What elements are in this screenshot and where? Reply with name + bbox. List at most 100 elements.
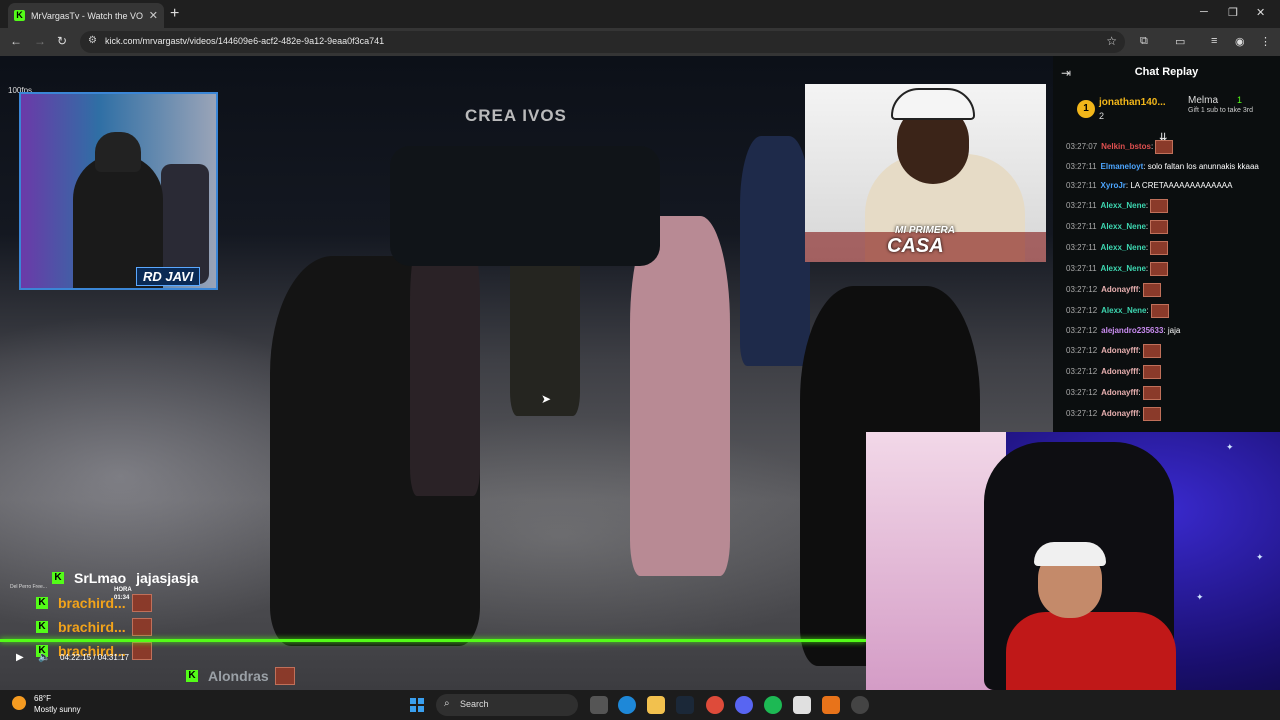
overlay-chat-user: Alondras: [208, 668, 269, 684]
facecam: ✦ ✦ ✦ ✦: [866, 432, 1280, 690]
gift-leaderboard: 1 jonathan140... 2 Melma 1 Gift 1 sub to…: [1061, 88, 1276, 130]
chat-username[interactable]: Adonayfff: [1101, 409, 1138, 418]
chat-emote: [1150, 199, 1169, 213]
cap: [95, 132, 141, 172]
chat-username[interactable]: Adonayfff: [1101, 388, 1138, 397]
file-explorer-icon[interactable]: [647, 696, 665, 714]
browser-toolbar: ← → ↻ ⚙ kick.com/mrvargastv/videos/14460…: [0, 28, 1280, 56]
overlay-chat-line: K SrLmao jajasjasja: [52, 570, 198, 586]
leaderboard-second-user[interactable]: Melma: [1188, 95, 1218, 106]
chat-emote: [1142, 344, 1161, 358]
leaderboard-first-count: 2: [1099, 111, 1105, 121]
bookmark-star-icon[interactable]: ☆: [1106, 34, 1117, 48]
star-light-icon: ✦: [1256, 552, 1264, 562]
chat-emote: [1150, 220, 1169, 234]
notepad-icon[interactable]: [793, 696, 811, 714]
more-menu-icon[interactable]: ⋮: [1260, 35, 1271, 48]
new-tab-button[interactable]: +: [170, 5, 179, 23]
search-label: Search: [460, 699, 489, 709]
video-progress-bar[interactable]: [0, 639, 866, 642]
chat-emote: [274, 667, 295, 685]
spotify-icon[interactable]: [764, 696, 782, 714]
chat-username[interactable]: Adonayfff: [1101, 346, 1138, 355]
profile-icon[interactable]: ◉: [1235, 35, 1245, 48]
chat-emote: [1142, 407, 1161, 421]
gaming-chair: [161, 164, 209, 284]
chat-message: 03:27:12 Adonayfff:: [1066, 365, 1276, 379]
chat-message: 03:27:11 Alexx_Nene:: [1066, 220, 1276, 234]
forward-button[interactable]: →: [34, 34, 46, 48]
chat-username[interactable]: Adonayfff: [1101, 285, 1138, 294]
chat-username[interactable]: alejandro235633: [1101, 326, 1163, 335]
chat-message: 03:27:12 Adonayfff:: [1066, 344, 1276, 358]
windows-start-icon[interactable]: [410, 698, 424, 712]
chat-username[interactable]: Alexx_Nene: [1101, 243, 1146, 252]
chat-message: 03:27:12 Adonayfff:: [1066, 283, 1276, 297]
chat-username[interactable]: Alexx_Nene: [1101, 264, 1146, 273]
sun-icon: [12, 696, 26, 710]
gift-sub-prompt[interactable]: Gift 1 sub to take 3rd: [1188, 107, 1268, 115]
extensions-icon[interactable]: ⧉: [1140, 35, 1148, 48]
chat-username[interactable]: Alexx_Nene: [1101, 222, 1146, 231]
edge-icon[interactable]: [618, 696, 636, 714]
chrome-icon[interactable]: [706, 696, 724, 714]
chat-username[interactable]: Adonayfff: [1101, 367, 1138, 376]
browser-tab[interactable]: K MrVargasTv - Watch the VO ✕: [8, 3, 164, 28]
settings-icon[interactable]: [851, 696, 869, 714]
leaderboard-first-user[interactable]: jonathan140...: [1099, 97, 1166, 108]
chat-username[interactable]: XyroJr: [1101, 181, 1126, 190]
reload-button[interactable]: ↻: [57, 34, 67, 48]
scene-character: [740, 136, 810, 366]
media-icon[interactable]: ≡: [1211, 35, 1217, 47]
taskbar-search[interactable]: ⌕ Search: [436, 694, 578, 716]
chat-timestamp: 03:27:12: [1066, 388, 1098, 398]
site-info-icon[interactable]: ⚙: [88, 35, 97, 46]
close-tab-icon[interactable]: ✕: [149, 9, 158, 22]
chat-username[interactable]: Alexx_Nene: [1101, 306, 1146, 315]
webcam-logo: CASA: [887, 235, 944, 257]
chat-replay-panel: ⇥ Chat Replay 1 jonathan140... 2 Melma 1…: [1053, 56, 1280, 432]
overlay-chat-line: K brachird...: [36, 618, 152, 636]
browser-tab-bar: K MrVargasTv - Watch the VO ✕ + ─ ❐ ✕: [0, 0, 1280, 28]
address-bar[interactable]: ⚙ kick.com/mrvargastv/videos/144609e6-ac…: [80, 31, 1125, 53]
chat-message: 03:27:11 Alexx_Nene:: [1066, 262, 1276, 276]
steam-icon[interactable]: [676, 696, 694, 714]
chat-emote: [1142, 283, 1161, 297]
scene-character: [630, 216, 730, 576]
chat-title: Chat Replay: [1134, 66, 1199, 78]
discord-icon[interactable]: [735, 696, 753, 714]
chat-message: 03:27:07 Nelkin_bstos:: [1066, 140, 1276, 154]
minimize-button[interactable]: ─: [1200, 6, 1208, 18]
chat-timestamp: 03:27:11: [1066, 162, 1097, 171]
chat-message: 03:27:12 Adonayfff:: [1066, 407, 1276, 421]
search-icon: ⌕: [444, 698, 450, 709]
chat-text: LA CRETAAAAAAAAAAAAA: [1130, 181, 1233, 190]
kick-icon: K: [186, 670, 198, 682]
chat-message: 03:27:11 Alexx_Nene:: [1066, 241, 1276, 255]
chat-username[interactable]: Alexx_Nene: [1101, 201, 1146, 210]
chat-username[interactable]: Elmaneloyt: [1101, 162, 1144, 171]
weather-temp: 68°F: [34, 694, 51, 703]
chat-timestamp: 03:27:12: [1066, 409, 1098, 419]
chat-emote: [1142, 386, 1161, 400]
play-icon[interactable]: ▶: [16, 652, 24, 663]
chat-timestamp: 03:27:12: [1066, 326, 1098, 335]
cast-icon[interactable]: ▭: [1175, 35, 1185, 48]
url-text: kick.com/mrvargastv/videos/144609e6-acf2…: [105, 36, 385, 46]
chat-timestamp: 03:27:11: [1066, 201, 1097, 211]
mouse-cursor-icon: ➤: [541, 392, 552, 406]
chat-timestamp: 03:27:07: [1066, 142, 1098, 152]
window-close-button[interactable]: ✕: [1256, 6, 1265, 19]
back-button[interactable]: ←: [10, 34, 22, 48]
chat-username[interactable]: Nelkin_bstos: [1101, 142, 1151, 151]
chat-emote: [1150, 304, 1169, 318]
chat-timestamp: 03:27:11: [1066, 264, 1097, 274]
task-view-icon[interactable]: [590, 696, 608, 714]
chat-timestamp: 03:27:12: [1066, 346, 1098, 356]
app-icon[interactable]: [822, 696, 840, 714]
volume-icon[interactable]: 🔈: [38, 652, 50, 663]
maximize-button[interactable]: ❐: [1228, 6, 1238, 19]
chat-timestamp: 03:27:12: [1066, 367, 1098, 377]
chat-message: 03:27:11 Elmaneloyt: solo faltan los anun…: [1066, 161, 1276, 173]
shirt: [1006, 612, 1176, 690]
